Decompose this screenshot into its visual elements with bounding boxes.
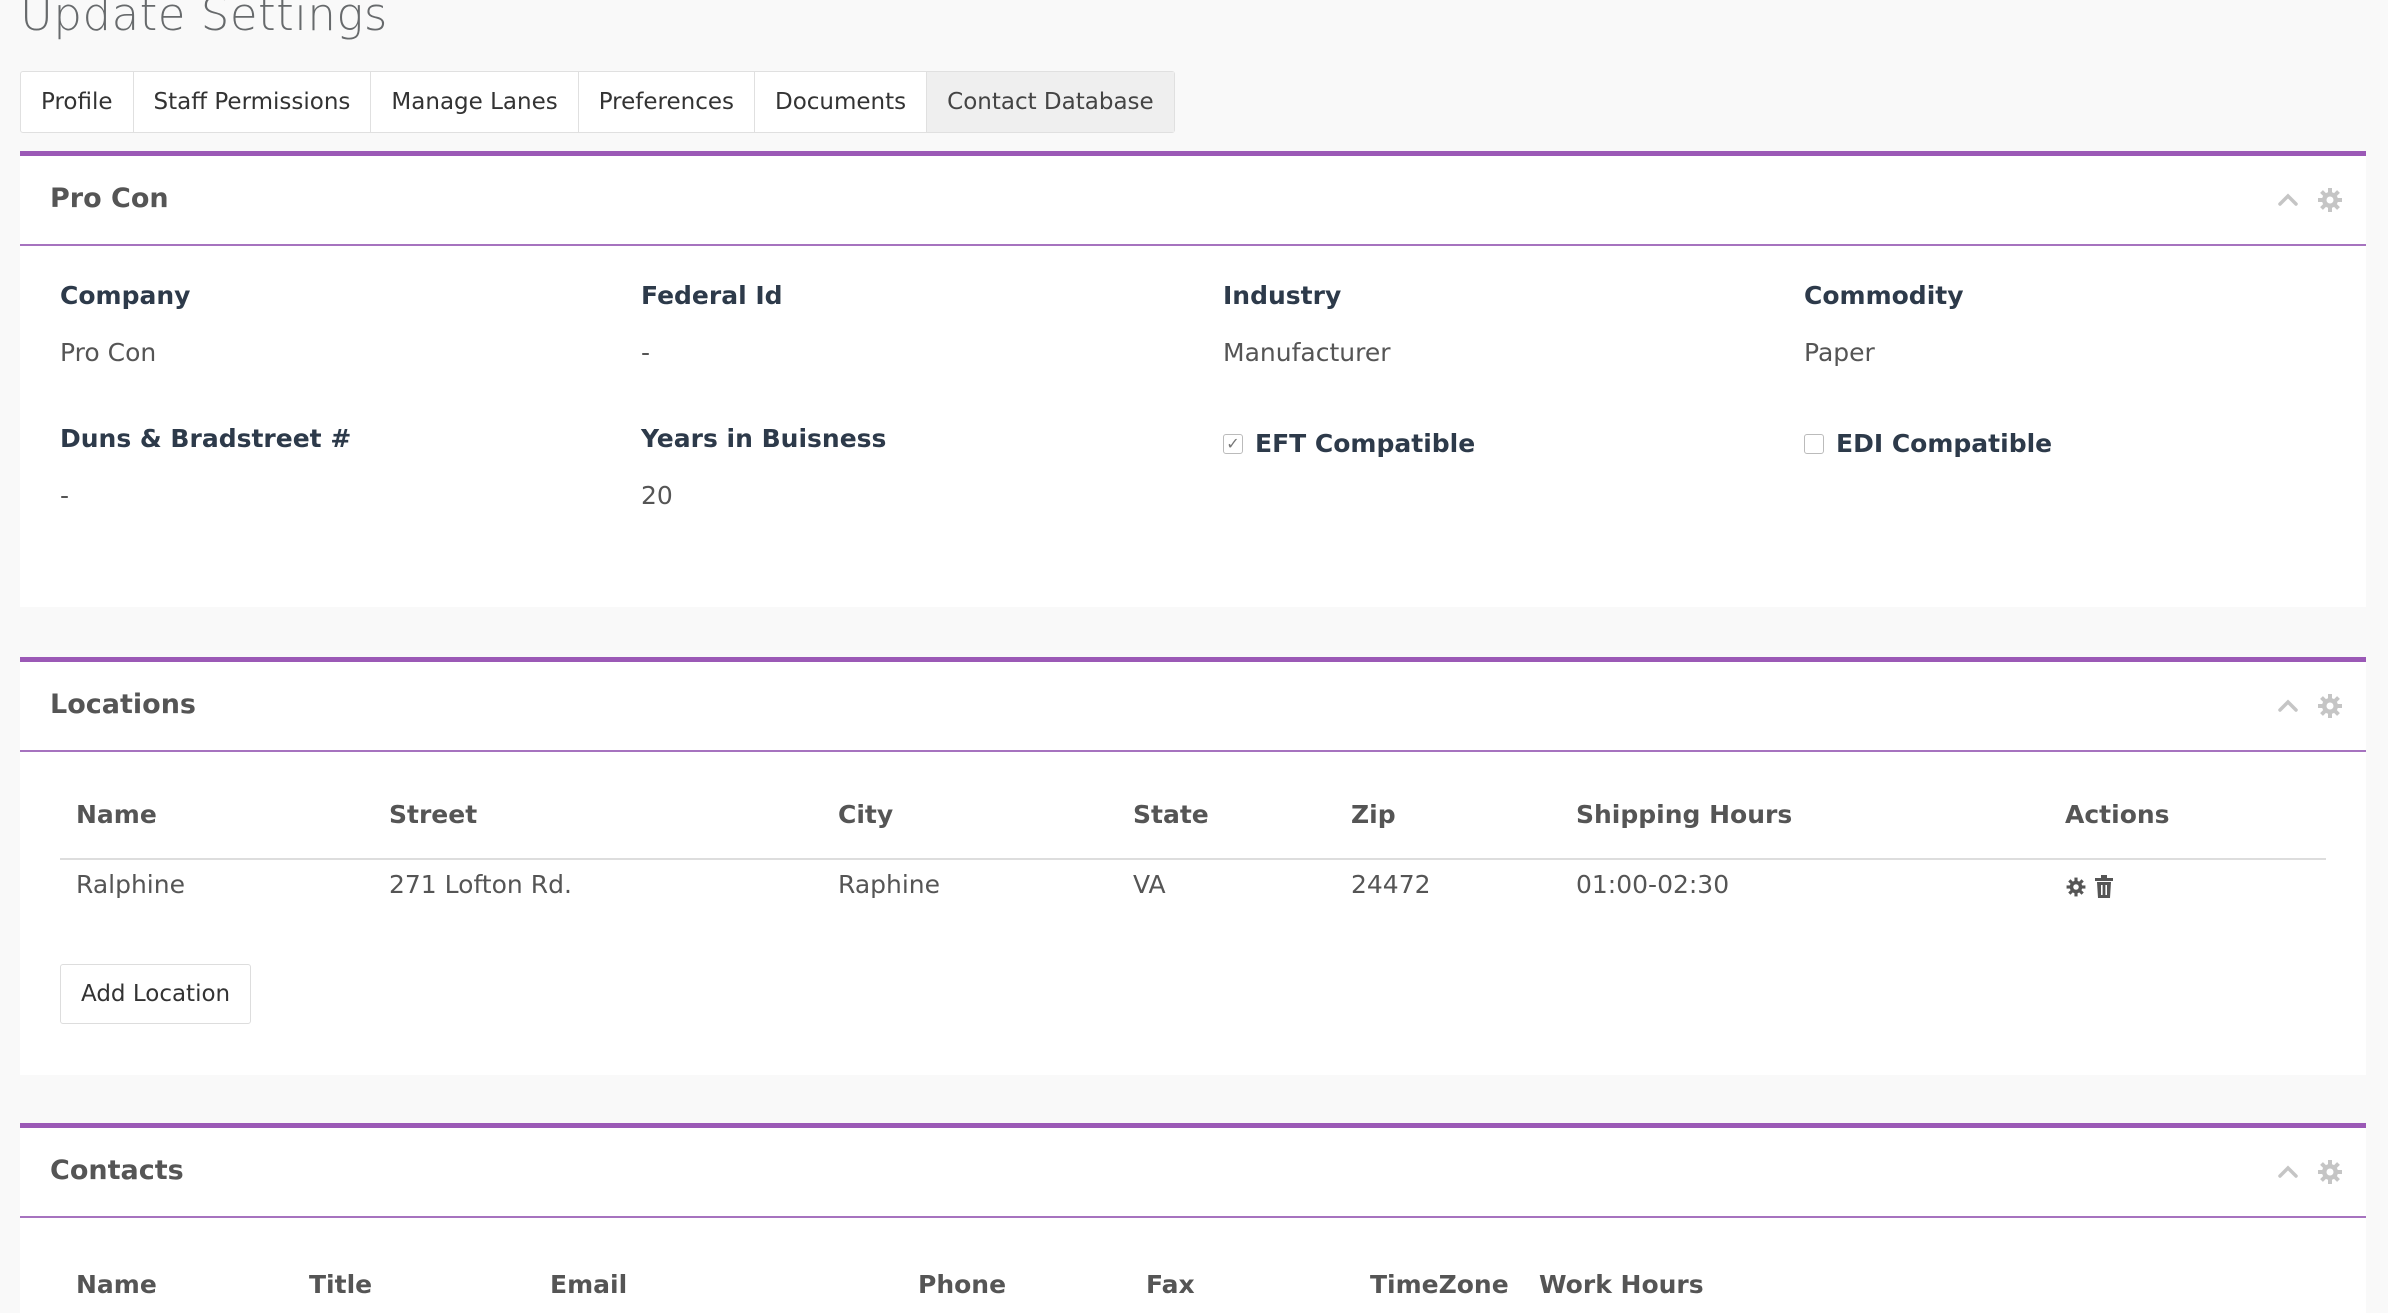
duns-value: - (60, 481, 70, 510)
trash-icon[interactable] (2094, 875, 2114, 899)
edit-gear-icon[interactable] (2065, 876, 2087, 898)
location-state: VA (1133, 870, 1166, 899)
contacts-panel-title: Contacts (50, 1155, 184, 1186)
chevron-up-icon[interactable] (2274, 186, 2302, 214)
locations-panel-header: Locations (20, 662, 2366, 752)
duns-field: Duns & Bradstreet # - (60, 424, 351, 510)
eft-checkbox[interactable]: ✓ (1223, 433, 1243, 454)
company-panel-header: Pro Con (20, 156, 2366, 246)
company-panel: Pro Con Company Pro Con Federal Id - Ind… (20, 151, 2366, 607)
gear-icon[interactable] (2316, 692, 2344, 720)
tab-staff-permissions[interactable]: Staff Permissions (134, 72, 372, 132)
tab-documents[interactable]: Documents (755, 72, 928, 132)
location-street: 271 Lofton Rd. (389, 870, 572, 899)
location-name: Ralphine (76, 870, 185, 899)
company-label: Company (60, 281, 191, 310)
page-title: Update Settings (20, 0, 388, 41)
company-value: Pro Con (60, 338, 157, 367)
col-actions: Actions (2065, 800, 2170, 829)
years-value: 20 (641, 481, 673, 510)
contacts-col-timezone: TimeZone (1370, 1270, 1509, 1299)
commodity-field: Commodity Paper (1804, 281, 1964, 367)
commodity-label: Commodity (1804, 281, 1964, 310)
industry-value: Manufacturer (1223, 338, 1391, 367)
location-city: Raphine (838, 870, 941, 899)
federal-id-field: Federal Id - (641, 281, 783, 367)
location-hours: 01:00-02:30 (1576, 870, 1730, 899)
contacts-col-name: Name (76, 1270, 157, 1299)
col-state: State (1133, 800, 1209, 829)
gear-icon[interactable] (2316, 1158, 2344, 1186)
federal-id-label: Federal Id (641, 281, 783, 310)
years-label: Years in Buisness (641, 424, 887, 453)
gear-icon[interactable] (2316, 186, 2344, 214)
locations-panel: Locations Name Street City State Zip Shi… (20, 657, 2366, 1075)
chevron-up-icon[interactable] (2274, 692, 2302, 720)
contacts-col-email: Email (550, 1270, 628, 1299)
edi-label: EDI Compatible (1836, 429, 2053, 458)
edi-checkbox[interactable] (1804, 433, 1824, 454)
col-street: Street (389, 800, 478, 829)
tab-preferences[interactable]: Preferences (579, 72, 755, 132)
settings-tabs: Profile Staff Permissions Manage Lanes P… (20, 71, 1175, 133)
contacts-col-phone: Phone (918, 1270, 1007, 1299)
table-header-divider (60, 858, 2326, 860)
industry-field: Industry Manufacturer (1223, 281, 1390, 367)
industry-label: Industry (1223, 281, 1342, 310)
contacts-col-work-hours: Work Hours (1539, 1270, 1704, 1299)
duns-label: Duns & Bradstreet # (60, 424, 352, 453)
contacts-panel: Contacts Name Title Email Phone Fax Time… (20, 1123, 2366, 1313)
col-city: City (838, 800, 894, 829)
contacts-col-title: Title (309, 1270, 373, 1299)
location-zip: 24472 (1351, 870, 1431, 899)
contacts-col-fax: Fax (1146, 1270, 1195, 1299)
tab-manage-lanes[interactable]: Manage Lanes (371, 72, 579, 132)
company-field: Company Pro Con (60, 281, 190, 367)
locations-panel-title: Locations (50, 689, 196, 720)
col-name: Name (76, 800, 157, 829)
eft-label: EFT Compatible (1255, 429, 1476, 458)
col-zip: Zip (1351, 800, 1396, 829)
add-location-button[interactable]: Add Location (60, 964, 252, 1024)
federal-id-value: - (641, 338, 651, 367)
years-field: Years in Buisness 20 (641, 424, 886, 510)
eft-compatible: ✓ EFT Compatible (1223, 429, 1475, 458)
company-panel-title: Pro Con (50, 183, 169, 214)
col-shipping-hours: Shipping Hours (1576, 800, 1793, 829)
edi-compatible: EDI Compatible (1804, 429, 2052, 458)
tab-profile[interactable]: Profile (21, 72, 134, 132)
chevron-up-icon[interactable] (2274, 1158, 2302, 1186)
tab-contact-database[interactable]: Contact Database (927, 72, 1174, 132)
contacts-panel-header: Contacts (20, 1128, 2366, 1218)
commodity-value: Paper (1804, 338, 1875, 367)
